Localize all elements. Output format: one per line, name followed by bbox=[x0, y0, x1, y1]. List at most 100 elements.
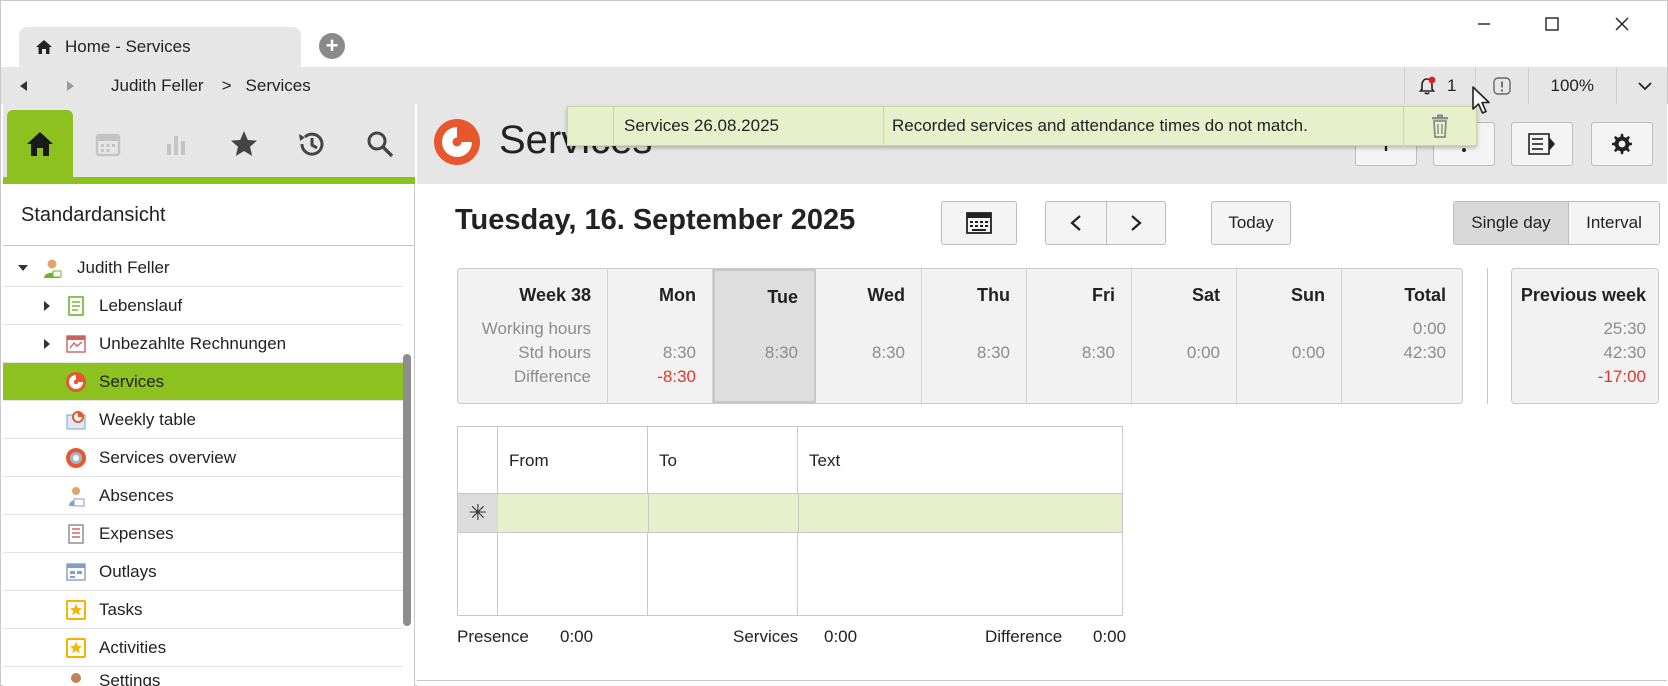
single-day-toggle[interactable]: Single day bbox=[1453, 201, 1569, 245]
day-sun[interactable]: Sun 0:00 bbox=[1237, 269, 1342, 403]
tree-item-expenses[interactable]: Expenses bbox=[3, 515, 403, 553]
tree-item-label: Activities bbox=[99, 637, 167, 657]
sidebar-tabs bbox=[3, 104, 415, 184]
total-label: Total bbox=[1404, 285, 1446, 305]
tree-item-services[interactable]: Services bbox=[3, 363, 403, 401]
tree-item-weekly-table[interactable]: Weekly table bbox=[3, 401, 403, 439]
tree-item-unbezahlte-rechnungen[interactable]: Unbezahlte Rechnungen bbox=[3, 325, 403, 363]
today-button[interactable]: Today bbox=[1211, 201, 1291, 245]
previous-week-label: Previous week bbox=[1520, 285, 1646, 305]
sidebar: Standardansicht Judith Feller Lebenslauf… bbox=[3, 104, 415, 686]
next-day-button[interactable] bbox=[1106, 201, 1166, 245]
back-icon[interactable] bbox=[9, 71, 39, 101]
sidebar-tab-chart[interactable] bbox=[143, 110, 209, 177]
tree-item-lebenslauf[interactable]: Lebenslauf bbox=[3, 287, 403, 325]
interval-toggle[interactable]: Interval bbox=[1568, 201, 1660, 245]
search-icon bbox=[367, 131, 394, 157]
home-icon bbox=[27, 131, 53, 156]
sidebar-scrollbar[interactable] bbox=[403, 354, 411, 626]
new-tab-button[interactable]: + bbox=[319, 33, 345, 59]
tree-item-absences[interactable]: Absences bbox=[3, 477, 403, 515]
notification-message[interactable]: Recorded services and attendance times d… bbox=[884, 107, 1404, 145]
expand-down-icon[interactable] bbox=[17, 262, 29, 274]
sidebar-tab-calendar[interactable] bbox=[75, 110, 141, 177]
expand-right-icon[interactable] bbox=[41, 338, 53, 350]
tab-title: Home - Services bbox=[65, 37, 191, 56]
sidebar-tab-search[interactable] bbox=[347, 110, 413, 177]
presence-value: 0:00 bbox=[560, 627, 594, 646]
tab-bar: Home - Services + bbox=[1, 1, 1667, 67]
sidebar-tab-history[interactable] bbox=[279, 110, 345, 177]
services-value: 0:00 bbox=[824, 627, 858, 646]
previous-working-hours: 25:30 bbox=[1603, 319, 1646, 338]
week-total: Total 0:00 42:30 bbox=[1342, 269, 1462, 403]
sidebar-tab-home[interactable] bbox=[7, 110, 73, 177]
tree-root-person[interactable]: Judith Feller bbox=[3, 249, 403, 287]
calendar-picker-button[interactable] bbox=[941, 201, 1017, 245]
tree-item-label: Settings bbox=[99, 671, 161, 686]
minimize-icon[interactable] bbox=[1459, 9, 1509, 39]
expand-right-icon[interactable] bbox=[41, 300, 53, 312]
day-name: Sun bbox=[1291, 285, 1325, 305]
day-thu[interactable]: Thu 8:30 bbox=[922, 269, 1027, 403]
delete-notification-button[interactable] bbox=[1404, 107, 1476, 145]
invoice-icon bbox=[66, 334, 86, 353]
week-summary: Week 38 Working hours Std hours Differen… bbox=[457, 268, 1463, 404]
panel-icon bbox=[1528, 133, 1555, 155]
tree-item-label: Weekly table bbox=[99, 409, 197, 429]
menu-dropdown[interactable] bbox=[1616, 67, 1667, 104]
chevron-left-icon bbox=[1070, 215, 1081, 231]
day-name: Thu bbox=[977, 285, 1010, 305]
tree-item-label: Expenses bbox=[99, 523, 174, 543]
forward-icon[interactable] bbox=[55, 71, 85, 101]
bell-icon bbox=[1418, 76, 1436, 94]
breadcrumb-separator: > bbox=[221, 75, 232, 95]
day-mon[interactable]: Mon 8:30 -8:30 bbox=[608, 269, 713, 403]
day-tue[interactable]: Tue 8:30 bbox=[713, 269, 816, 403]
panel-toggle-button[interactable] bbox=[1511, 122, 1573, 166]
day-name: Tue bbox=[767, 287, 798, 307]
close-icon[interactable] bbox=[1597, 9, 1647, 39]
services-overview-icon bbox=[66, 447, 86, 468]
expenses-icon bbox=[68, 523, 84, 544]
column-header-to: To bbox=[659, 451, 677, 470]
previous-day-button[interactable] bbox=[1045, 201, 1107, 245]
day-name: Mon bbox=[659, 285, 696, 305]
day-std-hours: 8:30 bbox=[871, 343, 905, 362]
new-row[interactable]: ✳ bbox=[458, 493, 1122, 533]
zoom-level[interactable]: 100% bbox=[1527, 67, 1616, 104]
settings-person-icon bbox=[71, 673, 81, 683]
day-sat[interactable]: Sat 0:00 bbox=[1132, 269, 1237, 403]
day-std-hours: 0:00 bbox=[1291, 343, 1325, 362]
services-logo-icon bbox=[434, 119, 480, 165]
day-wed[interactable]: Wed 8:30 bbox=[816, 269, 922, 403]
day-name: Wed bbox=[867, 285, 905, 305]
breadcrumb-person[interactable]: Judith Feller bbox=[111, 76, 204, 96]
tree-item-outlays[interactable]: Outlays bbox=[3, 553, 403, 591]
settings-button[interactable] bbox=[1591, 122, 1653, 166]
day-fri[interactable]: Fri 8:30 bbox=[1027, 269, 1132, 403]
notifications-button[interactable]: 1 bbox=[1404, 67, 1474, 104]
cell-divider bbox=[648, 494, 649, 532]
presence-label: Presence bbox=[457, 627, 529, 646]
tree-item-activities[interactable]: Activities bbox=[3, 629, 403, 667]
tree-item-settings[interactable]: Settings bbox=[3, 667, 403, 686]
previous-week-summary[interactable]: Previous week 25:30 42:30 -17:00 bbox=[1511, 268, 1659, 404]
chart-icon bbox=[167, 135, 185, 155]
tree-item-label: Services overview bbox=[99, 447, 236, 467]
notification-date[interactable]: Services 26.08.2025 bbox=[614, 107, 884, 145]
star-icon bbox=[231, 130, 257, 156]
address-bar: Judith Feller > Services 1 100% bbox=[1, 67, 1667, 104]
notification-popup[interactable]: Services 26.08.2025 Recorded services an… bbox=[567, 106, 1477, 146]
calendar-icon bbox=[95, 133, 121, 156]
day-std-hours: 0:00 bbox=[1186, 343, 1220, 362]
total-std-hours: 42:30 bbox=[1403, 343, 1446, 362]
breadcrumb-services[interactable]: Services bbox=[246, 76, 311, 96]
day-std-hours: 8:30 bbox=[1081, 343, 1115, 362]
tab-home-services[interactable]: Home - Services bbox=[19, 27, 301, 67]
sidebar-tab-favorites[interactable] bbox=[211, 110, 277, 177]
tree-item-tasks[interactable]: Tasks bbox=[3, 591, 403, 629]
maximize-icon[interactable] bbox=[1527, 9, 1577, 39]
cell-divider bbox=[798, 494, 799, 532]
tree-item-services-overview[interactable]: Services overview bbox=[3, 439, 403, 477]
